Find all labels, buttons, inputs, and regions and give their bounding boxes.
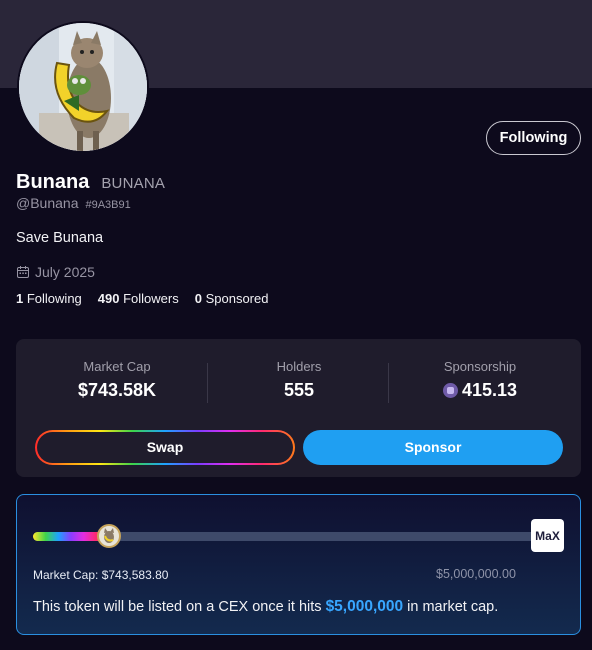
profile-handle: @Bunana xyxy=(16,195,79,211)
followers-stat[interactable]: 490 Followers xyxy=(98,291,179,306)
cex-message-suffix: in market cap. xyxy=(403,599,499,615)
profile-name: Bunana xyxy=(16,171,90,193)
holders-value: 555 xyxy=(283,380,315,400)
sponsored-count: 0 xyxy=(194,291,202,306)
profile-handle-row: @Bunana #9A3B91 xyxy=(16,195,131,211)
cex-goal-amount: $5,000,000 xyxy=(325,598,404,615)
sponsor-coin-icon xyxy=(442,383,458,398)
market-cap-goal: $5,000,000.00 xyxy=(436,567,516,581)
profile-name-row: Bunana BUNANA xyxy=(16,171,165,194)
market-cap-label: Market Cap xyxy=(83,359,151,374)
sponsor-button[interactable]: Sponsor xyxy=(303,430,563,465)
cex-message: This token will be listed on a CEX once … xyxy=(33,598,498,616)
swap-button[interactable]: Swap xyxy=(35,430,295,465)
token-ticker: BUNANA xyxy=(101,175,166,192)
sponsorship-label: Sponsorship xyxy=(443,359,517,374)
join-date: July 2025 xyxy=(17,264,95,280)
token-metrics-panel: Market Cap $743.58K Holders 555 Sponsors… xyxy=(16,339,581,477)
current-market-cap: Market Cap: $743,583.80 xyxy=(33,568,169,582)
join-date-text: July 2025 xyxy=(35,264,95,280)
profile-bio: Save Bunana xyxy=(16,230,104,246)
following-stat-label: Following xyxy=(26,291,82,306)
holders-metric: Holders 555 xyxy=(209,359,389,401)
metric-divider xyxy=(207,363,208,403)
holders-label: Holders xyxy=(276,359,322,374)
cex-progress-track xyxy=(33,524,545,548)
cex-listing-card: MaX Market Cap: $743,583.80 $5,000,000.0… xyxy=(16,494,581,635)
following-stat[interactable]: 1 Following xyxy=(16,291,82,306)
sponsored-stat-label: Sponsored xyxy=(205,291,269,306)
calendar-icon xyxy=(17,266,29,278)
followers-count: 490 xyxy=(97,291,120,306)
market-cap-metric: Market Cap $743.58K xyxy=(27,359,207,401)
progress-cat-icon xyxy=(97,524,122,548)
cat-avatar xyxy=(17,21,149,153)
metric-divider xyxy=(388,363,389,403)
following-count: 1 xyxy=(16,291,24,306)
followers-stat-label: Followers xyxy=(123,291,179,306)
profile-id: #9A3B91 xyxy=(85,199,131,211)
sponsorship-value-row: 415.13 xyxy=(390,380,570,401)
market-cap-value: $743.58K xyxy=(77,380,157,400)
profile-stats: 1 Following 490 Followers 0 Sponsored xyxy=(16,291,284,306)
sponsorship-value: 415.13 xyxy=(461,380,518,400)
swap-button-label: Swap xyxy=(37,432,293,463)
following-button[interactable]: Following xyxy=(486,121,581,155)
max-exchange-logo: MaX xyxy=(531,519,564,552)
sponsorship-metric: Sponsorship 415.13 xyxy=(390,359,570,401)
cex-message-prefix: This token will be listed on a CEX once … xyxy=(33,599,326,615)
sponsored-stat[interactable]: 0 Sponsored xyxy=(195,291,269,306)
